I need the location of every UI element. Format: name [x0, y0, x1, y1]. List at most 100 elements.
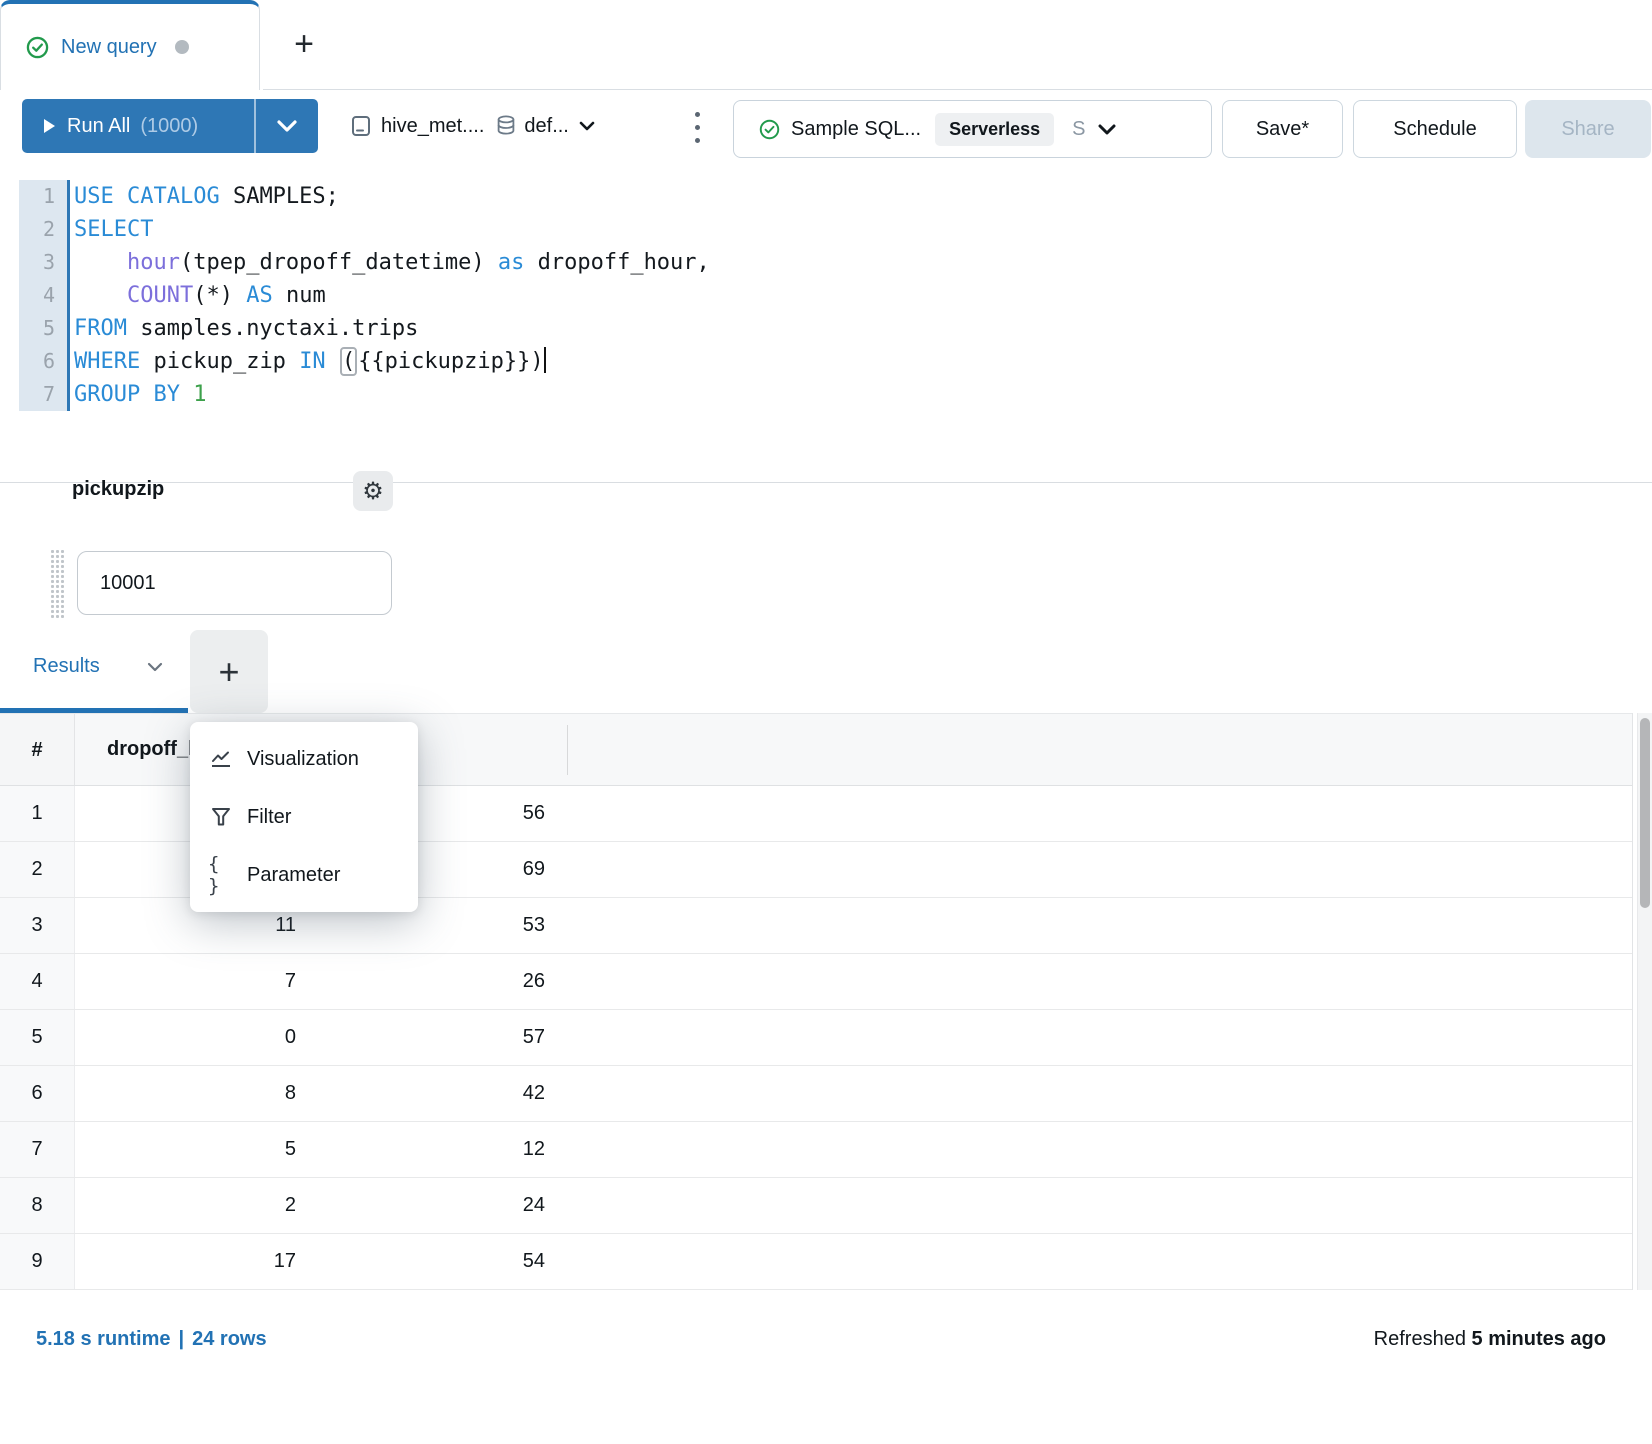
- tab-new-query[interactable]: New query: [0, 0, 260, 90]
- code-text[interactable]: hour(tpep_dropoff_datetime) as dropoff_h…: [70, 246, 710, 279]
- cell-row-number: 2: [0, 842, 75, 897]
- parameter-icon: { }: [208, 853, 234, 897]
- cell-row-number: 5: [0, 1010, 75, 1065]
- code-text[interactable]: USE CATALOG SAMPLES;: [70, 180, 339, 213]
- code-text[interactable]: GROUP BY 1: [70, 378, 206, 411]
- cell-dropoff-hour: 5: [75, 1138, 320, 1161]
- share-button: Share: [1525, 100, 1651, 158]
- run-options-dropdown[interactable]: [256, 120, 318, 132]
- serverless-badge: Serverless: [935, 113, 1054, 146]
- editor-line[interactable]: 4 COUNT(*) AS num: [0, 279, 1652, 312]
- visualization-icon: [208, 747, 234, 771]
- tab-label: New query: [61, 36, 157, 59]
- cell-num: 42: [320, 1082, 567, 1105]
- footer-separator: |: [171, 1328, 193, 1350]
- catalog-name: hive_met....: [381, 115, 484, 138]
- editor-line[interactable]: 2SELECT: [0, 213, 1652, 246]
- menu-item-label: Parameter: [247, 864, 340, 887]
- cell-num: 26: [320, 970, 567, 993]
- code-text[interactable]: SELECT: [70, 213, 153, 246]
- menu-item-visualization[interactable]: Visualization: [190, 730, 418, 788]
- editor-line[interactable]: 6WHERE pickup_zip IN ({{pickupzip}}): [0, 345, 1652, 378]
- table-row[interactable]: 6842: [0, 1066, 1632, 1122]
- cell-dropoff-hour: 11: [75, 914, 320, 937]
- database-icon: [496, 115, 516, 137]
- cell-num: 54: [320, 1250, 567, 1273]
- editor-line[interactable]: 7GROUP BY 1: [0, 378, 1652, 411]
- kebab-menu-icon[interactable]: [685, 104, 709, 150]
- cell-row-number: 8: [0, 1178, 75, 1233]
- menu-item-parameter[interactable]: { } Parameter: [190, 846, 418, 904]
- warehouse-selector[interactable]: Sample SQL... Serverless S: [733, 100, 1212, 158]
- header-row-number[interactable]: #: [0, 714, 75, 785]
- catalog-schema-selector[interactable]: hive_met.... def...: [350, 103, 595, 149]
- code-text[interactable]: COUNT(*) AS num: [70, 279, 326, 312]
- drag-handle-icon[interactable]: [50, 549, 64, 619]
- chevron-down-icon: [1098, 124, 1116, 135]
- table-row[interactable]: 8224: [0, 1178, 1632, 1234]
- text-cursor: [544, 347, 546, 373]
- code-text[interactable]: FROM samples.nyctaxi.trips: [70, 312, 418, 345]
- filter-icon: [208, 805, 234, 829]
- tab-bar: New query +: [0, 0, 1652, 90]
- table-row[interactable]: 4726: [0, 954, 1632, 1010]
- check-circle-icon: [759, 119, 780, 140]
- refreshed-status: Refreshed 5 minutes ago: [1374, 1328, 1606, 1351]
- chevron-down-icon[interactable]: [147, 662, 163, 672]
- line-number: 5: [19, 312, 70, 345]
- cell-row-number: 6: [0, 1066, 75, 1121]
- code-text[interactable]: WHERE pickup_zip IN ({{pickupzip}}): [70, 345, 546, 378]
- add-tab-button[interactable]: +: [190, 630, 268, 713]
- cell-row-number: 3: [0, 898, 75, 953]
- cell-row-number: 7: [0, 1122, 75, 1177]
- menu-item-label: Filter: [247, 806, 291, 829]
- table-row[interactable]: 5057: [0, 1010, 1632, 1066]
- run-all-button[interactable]: Run All (1000): [22, 99, 318, 153]
- refreshed-prefix: Refreshed: [1374, 1328, 1466, 1350]
- refreshed-time: 5 minutes ago: [1472, 1328, 1606, 1350]
- cell-row-number: 1: [0, 786, 75, 841]
- chevron-down-icon: [277, 120, 297, 132]
- play-icon: [44, 119, 55, 133]
- check-circle-icon: [26, 36, 49, 59]
- schedule-button[interactable]: Schedule: [1353, 100, 1517, 158]
- editor-line[interactable]: 3 hour(tpep_dropoff_datetime) as dropoff…: [0, 246, 1652, 279]
- line-number: 7: [19, 378, 70, 411]
- tabbar-underline: [263, 89, 1652, 90]
- editor-line[interactable]: 5FROM samples.nyctaxi.trips: [0, 312, 1652, 345]
- unsaved-dot-icon: [175, 40, 189, 54]
- gear-icon[interactable]: ⚙: [353, 471, 393, 511]
- sql-editor-screen: New query + Run All (1000) hive_met.... …: [0, 0, 1652, 1444]
- notebook-icon: [350, 115, 372, 137]
- row-count-text: 24 rows: [192, 1328, 266, 1350]
- schema-name: def...: [524, 115, 568, 138]
- cell-num: 57: [320, 1026, 567, 1049]
- line-number: 6: [19, 345, 70, 378]
- warehouse-name: Sample SQL...: [791, 118, 921, 141]
- menu-item-filter[interactable]: Filter: [190, 788, 418, 846]
- table-row[interactable]: 7512: [0, 1122, 1632, 1178]
- scrollbar-thumb[interactable]: [1640, 718, 1650, 908]
- new-tab-button[interactable]: +: [276, 10, 332, 78]
- tab-results[interactable]: Results: [33, 655, 100, 678]
- warehouse-size: S: [1072, 118, 1085, 141]
- runtime-status[interactable]: 5.18 s runtime|24 rows: [36, 1328, 267, 1351]
- parameter-value-input[interactable]: [77, 551, 392, 615]
- run-all-label: Run All: [67, 115, 130, 138]
- menu-item-label: Visualization: [247, 748, 359, 771]
- cell-dropoff-hour: 8: [75, 1082, 320, 1105]
- chevron-down-icon: [579, 121, 595, 131]
- cell-num: 12: [320, 1138, 567, 1161]
- cell-row-number: 9: [0, 1234, 75, 1289]
- add-panel-menu: Visualization Filter { } Parameter: [190, 722, 418, 912]
- editor-line[interactable]: 1USE CATALOG SAMPLES;: [0, 180, 1652, 213]
- run-all-main[interactable]: Run All (1000): [22, 115, 254, 138]
- parameter-name-label: pickupzip: [72, 478, 164, 501]
- cell-dropoff-hour: 2: [75, 1194, 320, 1217]
- editor-divider: [0, 482, 1652, 483]
- save-button[interactable]: Save*: [1222, 100, 1343, 158]
- sql-editor[interactable]: 1USE CATALOG SAMPLES;2SELECT3 hour(tpep_…: [0, 180, 1652, 411]
- cell-dropoff-hour: 17: [75, 1250, 320, 1273]
- cell-num: 24: [320, 1194, 567, 1217]
- table-row[interactable]: 91754: [0, 1234, 1632, 1290]
